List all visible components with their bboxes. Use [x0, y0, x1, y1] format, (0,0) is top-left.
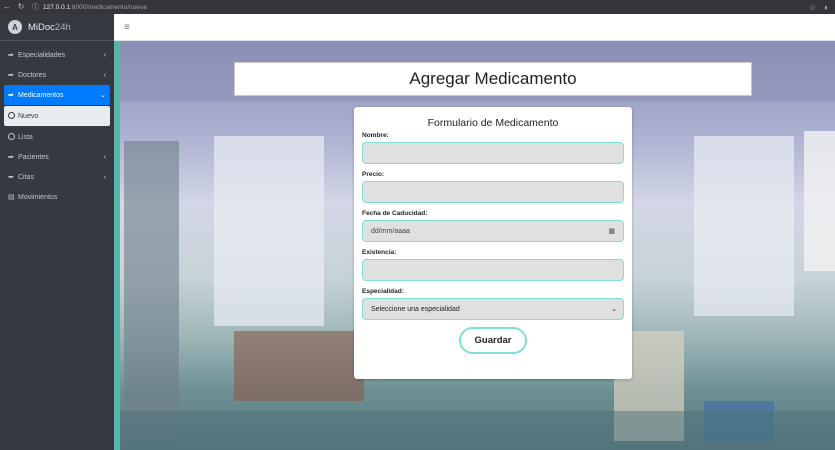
url-path: :8000/medicamento/nueva	[70, 3, 147, 11]
reload-icon[interactable]: ↻	[14, 0, 28, 14]
brand[interactable]: A MiDoc24h	[0, 14, 114, 41]
sidebar-item-label: Medicamentos	[18, 91, 64, 99]
existencia-input[interactable]	[362, 259, 624, 281]
nombre-label: Nombre:	[362, 132, 389, 139]
precio-input[interactable]	[362, 181, 624, 203]
sidebar-item-label: Movimientos	[18, 193, 58, 201]
brand-name: MiDoc24h	[28, 21, 71, 33]
share-icon: ➦	[8, 92, 14, 99]
sidebar-item-label: Especialidades	[18, 51, 66, 59]
sidebar-nav: ➦ Especialidades ‹ ➦ Doctores ‹ ➦ Medica…	[0, 41, 114, 207]
site-info-icon[interactable]: ⓘ	[32, 2, 39, 12]
page-title: Agregar Medicamento	[234, 62, 752, 96]
share-icon: ➦	[8, 72, 14, 79]
sidebar-subitem-lista[interactable]: Lista	[0, 127, 114, 147]
guardar-button[interactable]: Guardar	[459, 327, 527, 354]
back-icon[interactable]: ←	[0, 0, 14, 14]
sidebar-item-pacientes[interactable]: ➦ Pacientes ‹	[0, 147, 114, 167]
share-icon: ➦	[8, 154, 14, 161]
precio-label: Precio:	[362, 171, 385, 178]
medication-form: Formulario de Medicamento Nombre: Precio…	[354, 107, 632, 379]
sidebar-item-medicamentos[interactable]: ➦ Medicamentos ⌄	[4, 85, 110, 105]
nombre-input[interactable]	[362, 142, 624, 164]
sidebar-item-movimientos[interactable]: ▤ Movimientos	[0, 187, 114, 207]
chevron-left-icon: ‹	[103, 173, 106, 181]
sidebar-item-label: Citas	[18, 173, 34, 181]
chevron-left-icon: ‹	[103, 51, 106, 59]
profile-icon[interactable]: ◐	[824, 3, 829, 12]
sidebar-item-label: Lista	[18, 133, 33, 141]
form-title: Formulario de Medicamento	[427, 117, 559, 129]
sidebar-subitem-nuevo[interactable]: Nuevo	[4, 106, 110, 126]
bookmark-star-icon[interactable]: ☆	[809, 3, 816, 12]
main-content: Agregar Medicamento Formulario de Medica…	[114, 41, 835, 450]
sidebar-item-label: Doctores	[18, 71, 47, 79]
sidebar-item-citas[interactable]: ➦ Citas ‹	[0, 167, 114, 187]
sidebar-item-label: Nuevo	[18, 112, 39, 120]
date-placeholder: dd/mm/aaaa	[371, 227, 410, 235]
especialidad-selected-value: Seleccione una especialidad	[371, 305, 460, 313]
existencia-label: Existencia:	[362, 249, 397, 256]
browser-toolbar: ← ↻ ⓘ 127.0.0.1:8000/medicamento/nueva ☆…	[0, 0, 835, 14]
calendar-icon[interactable]: ▦	[608, 227, 615, 235]
document-icon: ▤	[8, 194, 15, 201]
share-icon: ➦	[8, 174, 14, 181]
top-navbar: ≡	[114, 14, 835, 41]
sidebar-item-especialidades[interactable]: ➦ Especialidades ‹	[0, 45, 114, 65]
sidebar-item-label: Pacientes	[18, 153, 49, 161]
menu-toggle-icon[interactable]: ≡	[124, 22, 130, 33]
fecha-caducidad-label: Fecha de Caducidad:	[362, 210, 428, 217]
brand-logo-icon: A	[8, 20, 22, 34]
chevron-down-icon: ⌄	[100, 92, 106, 99]
fecha-caducidad-input[interactable]: dd/mm/aaaa ▦	[362, 220, 624, 242]
chevron-down-icon: ⌄	[611, 306, 617, 313]
circle-icon	[8, 132, 18, 142]
url-host: 127.0.0.1	[43, 3, 71, 11]
chevron-left-icon: ‹	[103, 71, 106, 79]
especialidad-select[interactable]: Seleccione una especialidad ⌄	[362, 298, 624, 320]
especialidad-label: Especialidad:	[362, 288, 404, 295]
share-icon: ➦	[8, 52, 14, 59]
chevron-left-icon: ‹	[103, 153, 106, 161]
sidebar-item-doctores[interactable]: ➦ Doctores ‹	[0, 65, 114, 85]
circle-icon	[8, 111, 18, 121]
sidebar: A MiDoc24h ➦ Especialidades ‹ ➦ Doctores…	[0, 14, 114, 450]
address-bar[interactable]: ⓘ 127.0.0.1:8000/medicamento/nueva	[32, 2, 147, 13]
